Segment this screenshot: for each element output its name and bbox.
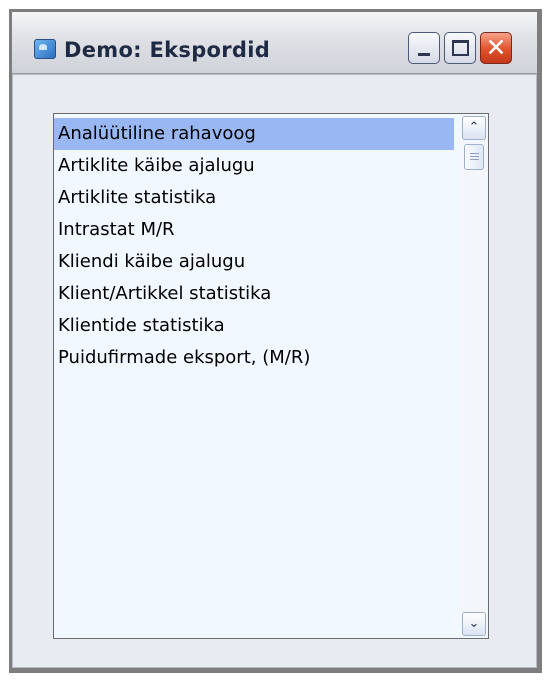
close-button[interactable]: ✕	[480, 32, 512, 64]
scroll-up-button[interactable]: ⌃	[462, 116, 486, 140]
minimize-button[interactable]	[408, 32, 440, 64]
list-item[interactable]: Klientide statistika	[54, 310, 454, 342]
list-item[interactable]: Intrastat M/R	[54, 214, 454, 246]
list-item[interactable]: Analüütiline rahavoog	[54, 118, 454, 150]
scroll-thumb[interactable]	[464, 144, 484, 170]
maximize-icon	[452, 40, 469, 56]
list-item[interactable]: Puidufirmade eksport, (M/R)	[54, 342, 454, 374]
list-item[interactable]: Kliendi käibe ajalugu	[54, 246, 454, 278]
vertical-scrollbar[interactable]: ⌃ ⌄	[462, 116, 486, 636]
export-window: Demo: Ekspordid ✕ Analüütiline rahavoog …	[9, 9, 542, 673]
grip-line	[470, 156, 479, 157]
title-bar[interactable]: Demo: Ekspordid ✕	[12, 12, 537, 74]
close-icon: ✕	[485, 33, 507, 62]
app-icon[interactable]	[34, 39, 56, 59]
minimize-icon	[418, 53, 430, 56]
scroll-down-button[interactable]: ⌄	[462, 612, 486, 636]
exports-list: Analüütiline rahavoog Artiklite käibe aj…	[54, 118, 454, 374]
window-title: Demo: Ekspordid	[64, 38, 271, 62]
chevron-up-icon: ⌃	[468, 120, 480, 135]
list-item[interactable]: Artiklite statistika	[54, 182, 454, 214]
maximize-button[interactable]	[444, 32, 476, 64]
list-item[interactable]: Klient/Artikkel statistika	[54, 278, 454, 310]
window-client-area: Analüütiline rahavoog Artiklite käibe aj…	[12, 74, 537, 668]
chevron-down-icon: ⌄	[468, 616, 480, 631]
grip-line	[470, 159, 479, 160]
exports-listbox[interactable]: Analüütiline rahavoog Artiklite käibe aj…	[53, 113, 489, 639]
grip-line	[470, 153, 479, 154]
list-item[interactable]: Artiklite käibe ajalugu	[54, 150, 454, 182]
